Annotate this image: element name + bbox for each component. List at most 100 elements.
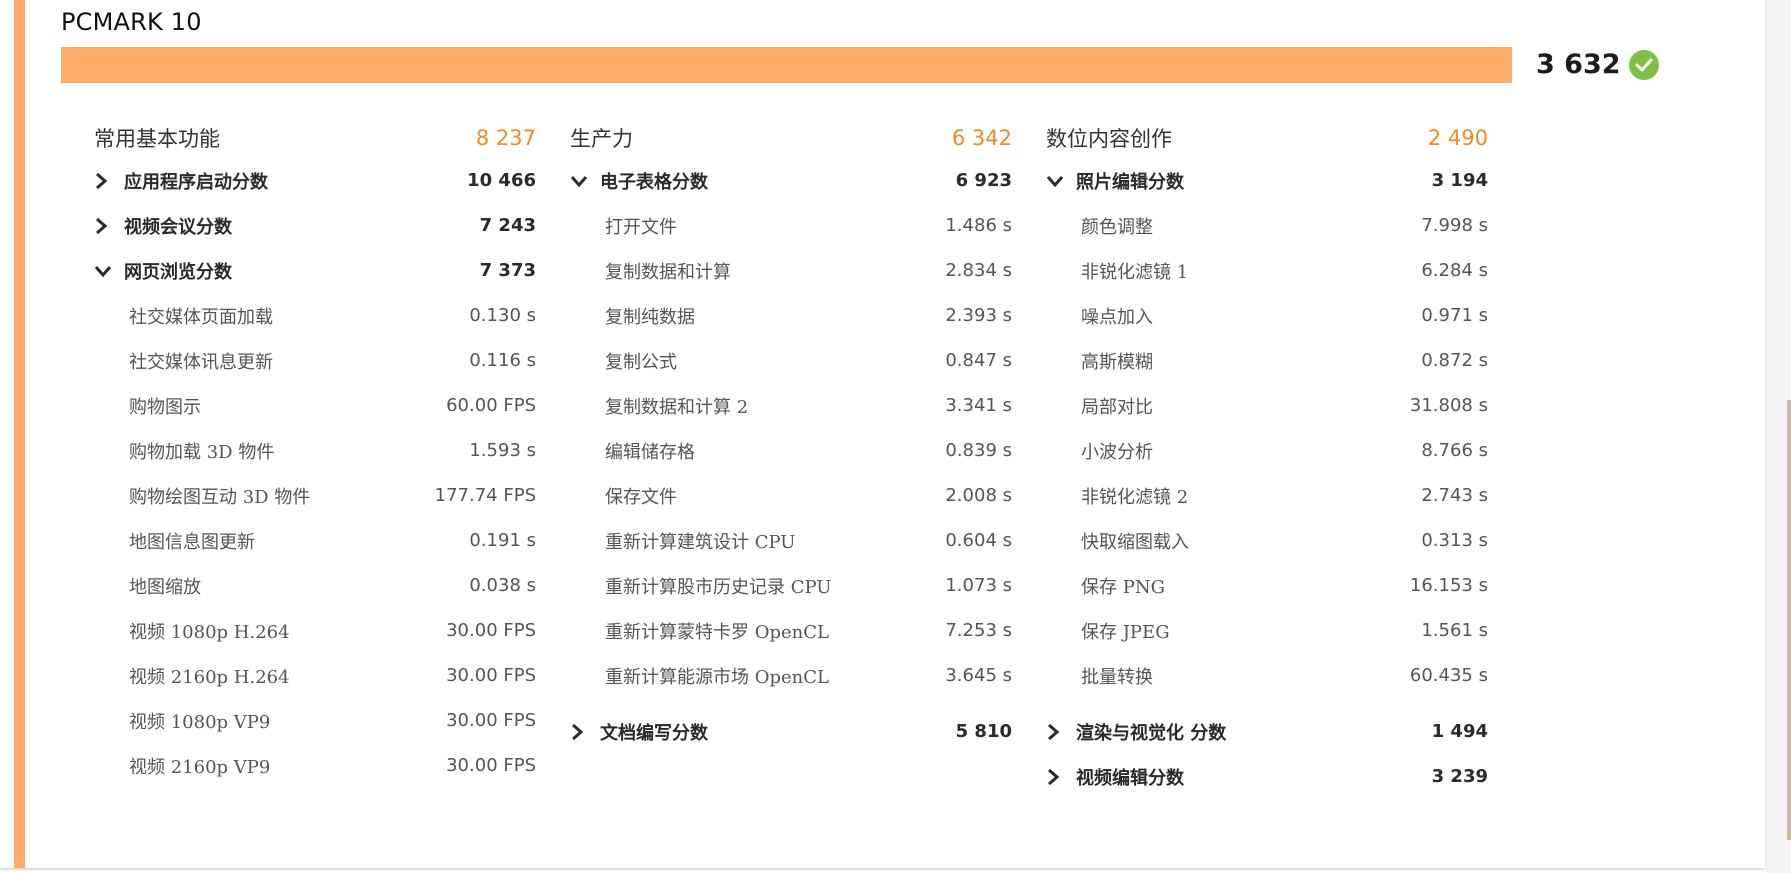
chevron-right-icon[interactable]: [94, 172, 124, 190]
test-row: 保存 PNG 16.153 s: [1046, 563, 1491, 608]
chevron-right-icon[interactable]: [1046, 723, 1076, 741]
test-row: 地图缩放 0.038 s: [94, 563, 539, 608]
test-name: 保存文件: [605, 486, 677, 508]
subscore-label: 文档编写分数: [600, 722, 708, 744]
test-row: 视频 2160p VP9 30.00 FPS: [94, 743, 539, 788]
test-name: 高斯模糊: [1081, 351, 1153, 373]
test-row: 小波分析 8.766 s: [1046, 428, 1491, 473]
test-name: 重新计算股市历史记录 CPU: [605, 576, 832, 598]
test-name: 复制公式: [605, 351, 677, 373]
test-name: 小波分析: [1081, 441, 1153, 463]
chevron-right-icon[interactable]: [94, 217, 124, 235]
test-value: 7.253 s: [945, 620, 1012, 641]
test-value: 31.808 s: [1409, 395, 1488, 416]
group-column: 常用基本功能 8 237 应用程序启动分数 10 466 视频会议分数 7 243 网页浏览…: [94, 118, 539, 788]
test-name: 编辑储存格: [605, 441, 695, 463]
test-row: 购物加载 3D 物件 1.593 s: [94, 428, 539, 473]
test-row: 非锐化滤镜 2 2.743 s: [1046, 473, 1491, 518]
group-score: 2 490: [1427, 126, 1488, 150]
test-value: 30.00 FPS: [446, 755, 536, 776]
test-name: 视频 2160p H.264: [129, 666, 290, 688]
test-name: 打开文件: [605, 216, 677, 238]
test-value: 30.00 FPS: [446, 665, 536, 686]
subscore-row[interactable]: 渲染与视觉化 分数 1 494: [1046, 709, 1491, 754]
test-row: 社交媒体页面加载 0.130 s: [94, 293, 539, 338]
group-score: 8 237: [475, 126, 536, 150]
test-name: 快取缩图载入: [1081, 531, 1189, 553]
chevron-down-icon[interactable]: [1046, 174, 1076, 188]
test-name: 地图信息图更新: [129, 531, 255, 553]
test-row: 重新计算能源市场 OpenCL 3.645 s: [570, 653, 1015, 698]
test-value: 1.561 s: [1421, 620, 1488, 641]
page-title: PCMARK 10: [61, 8, 202, 36]
subscore-row[interactable]: 应用程序启动分数 10 466: [94, 158, 539, 203]
test-name: 复制数据和计算: [605, 261, 731, 283]
subscore-name: 网页浏览分数: [94, 258, 232, 284]
subscore-row[interactable]: 照片编辑分数 3 194: [1046, 158, 1491, 203]
test-value: 1.486 s: [945, 215, 1012, 236]
background-sliver: [1787, 400, 1791, 840]
test-name: 视频 1080p H.264: [129, 621, 290, 643]
subscore-name: 视频会议分数: [94, 213, 232, 239]
test-name: 复制纯数据: [605, 306, 695, 328]
subscore-name: 应用程序启动分数: [94, 168, 268, 194]
chevron-down-icon[interactable]: [94, 264, 124, 278]
subscore-name: 视频编辑分数: [1046, 764, 1184, 790]
subscore-row[interactable]: 文档编写分数 5 810: [570, 709, 1015, 754]
subscore-label: 视频会议分数: [124, 216, 232, 238]
test-value: 0.313 s: [1421, 530, 1488, 551]
subscore-label: 网页浏览分数: [124, 261, 232, 283]
subscore-row[interactable]: 视频编辑分数 3 239: [1046, 754, 1491, 799]
subscore-label: 应用程序启动分数: [124, 171, 268, 193]
test-value: 1.073 s: [945, 575, 1012, 596]
test-row: 复制纯数据 2.393 s: [570, 293, 1015, 338]
test-value: 2.008 s: [945, 485, 1012, 506]
test-name: 非锐化滤镜 2: [1081, 486, 1189, 508]
test-value: 0.038 s: [469, 575, 536, 596]
test-row: 视频 2160p H.264 30.00 FPS: [94, 653, 539, 698]
test-row: 社交媒体讯息更新 0.116 s: [94, 338, 539, 383]
test-name: 保存 JPEG: [1081, 621, 1170, 643]
check-icon: [1628, 49, 1659, 80]
subscore-label: 视频编辑分数: [1076, 767, 1184, 789]
subscore-row[interactable]: 电子表格分数 6 923: [570, 158, 1015, 203]
group-name: 常用基本功能: [94, 127, 220, 151]
subscore-label: 渲染与视觉化 分数: [1076, 722, 1227, 744]
test-value: 30.00 FPS: [446, 620, 536, 641]
chevron-right-icon[interactable]: [570, 723, 600, 741]
test-value: 177.74 FPS: [434, 485, 536, 506]
test-row: 批量转换 60.435 s: [1046, 653, 1491, 698]
test-value: 0.130 s: [469, 305, 536, 326]
test-row: 快取缩图载入 0.313 s: [1046, 518, 1491, 563]
window-edge: [1766, 0, 1791, 873]
total-score: 3 632: [1536, 49, 1659, 80]
group-header: 生产力 6 342: [570, 118, 1015, 158]
test-name: 复制数据和计算 2: [605, 396, 749, 418]
test-row: 视频 1080p H.264 30.00 FPS: [94, 608, 539, 653]
test-row: 购物绘图互动 3D 物件 177.74 FPS: [94, 473, 539, 518]
chevron-down-icon[interactable]: [570, 174, 600, 188]
test-name: 重新计算蒙特卡罗 OpenCL: [605, 621, 829, 643]
test-name: 社交媒体页面加载: [129, 306, 273, 328]
test-value: 0.116 s: [469, 350, 536, 371]
test-value: 2.393 s: [945, 305, 1012, 326]
subscore-value: 7 243: [479, 215, 536, 236]
test-value: 0.604 s: [945, 530, 1012, 551]
chevron-right-icon[interactable]: [1046, 768, 1076, 786]
test-value: 1.593 s: [469, 440, 536, 461]
score-bar: [61, 47, 1512, 83]
subscore-value: 1 494: [1431, 721, 1488, 742]
test-name: 社交媒体讯息更新: [129, 351, 273, 373]
subscore-row[interactable]: 网页浏览分数 7 373: [94, 248, 539, 293]
group-header: 数位内容创作 2 490: [1046, 118, 1491, 158]
test-name: 噪点加入: [1081, 306, 1153, 328]
test-row: 保存 JPEG 1.561 s: [1046, 608, 1491, 653]
test-row: 噪点加入 0.971 s: [1046, 293, 1491, 338]
test-value: 7.998 s: [1421, 215, 1488, 236]
test-row: 局部对比 31.808 s: [1046, 383, 1491, 428]
subscore-row[interactable]: 视频会议分数 7 243: [94, 203, 539, 248]
test-row: 重新计算建筑设计 CPU 0.604 s: [570, 518, 1015, 563]
subscore-value: 6 923: [955, 170, 1012, 191]
test-row: 高斯模糊 0.872 s: [1046, 338, 1491, 383]
test-name: 批量转换: [1081, 666, 1153, 688]
